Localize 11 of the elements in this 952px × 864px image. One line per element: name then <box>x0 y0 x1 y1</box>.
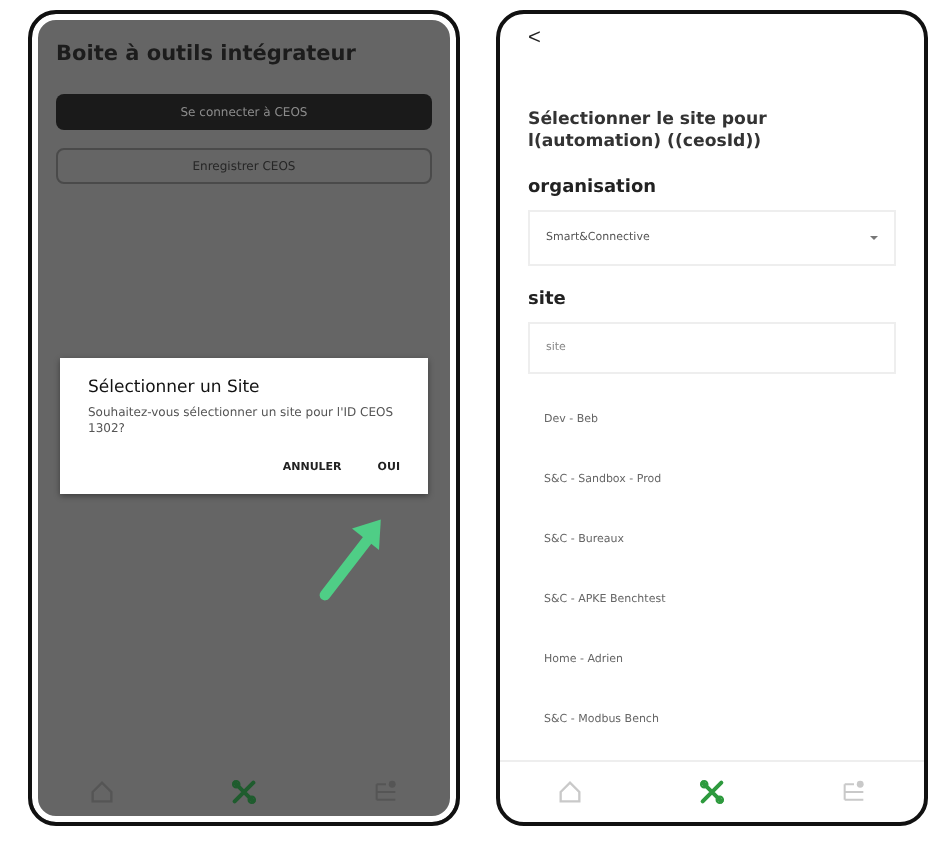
tools-icon <box>229 778 258 806</box>
screen-title: Boite à outils intégrateur <box>56 42 358 66</box>
tools-icon <box>697 778 726 806</box>
caret-icon <box>870 236 878 241</box>
dialog-title: Sélectionner un Site <box>88 378 262 398</box>
page-heading: Sélectionner le site pour l(automation) ((ceosId)) <box>528 110 769 155</box>
field-label: site <box>528 290 568 311</box>
back-button[interactable]: < <box>528 26 541 50</box>
house-icon <box>556 778 585 806</box>
list-icon <box>839 778 868 806</box>
field-label: organisation <box>528 178 659 199</box>
